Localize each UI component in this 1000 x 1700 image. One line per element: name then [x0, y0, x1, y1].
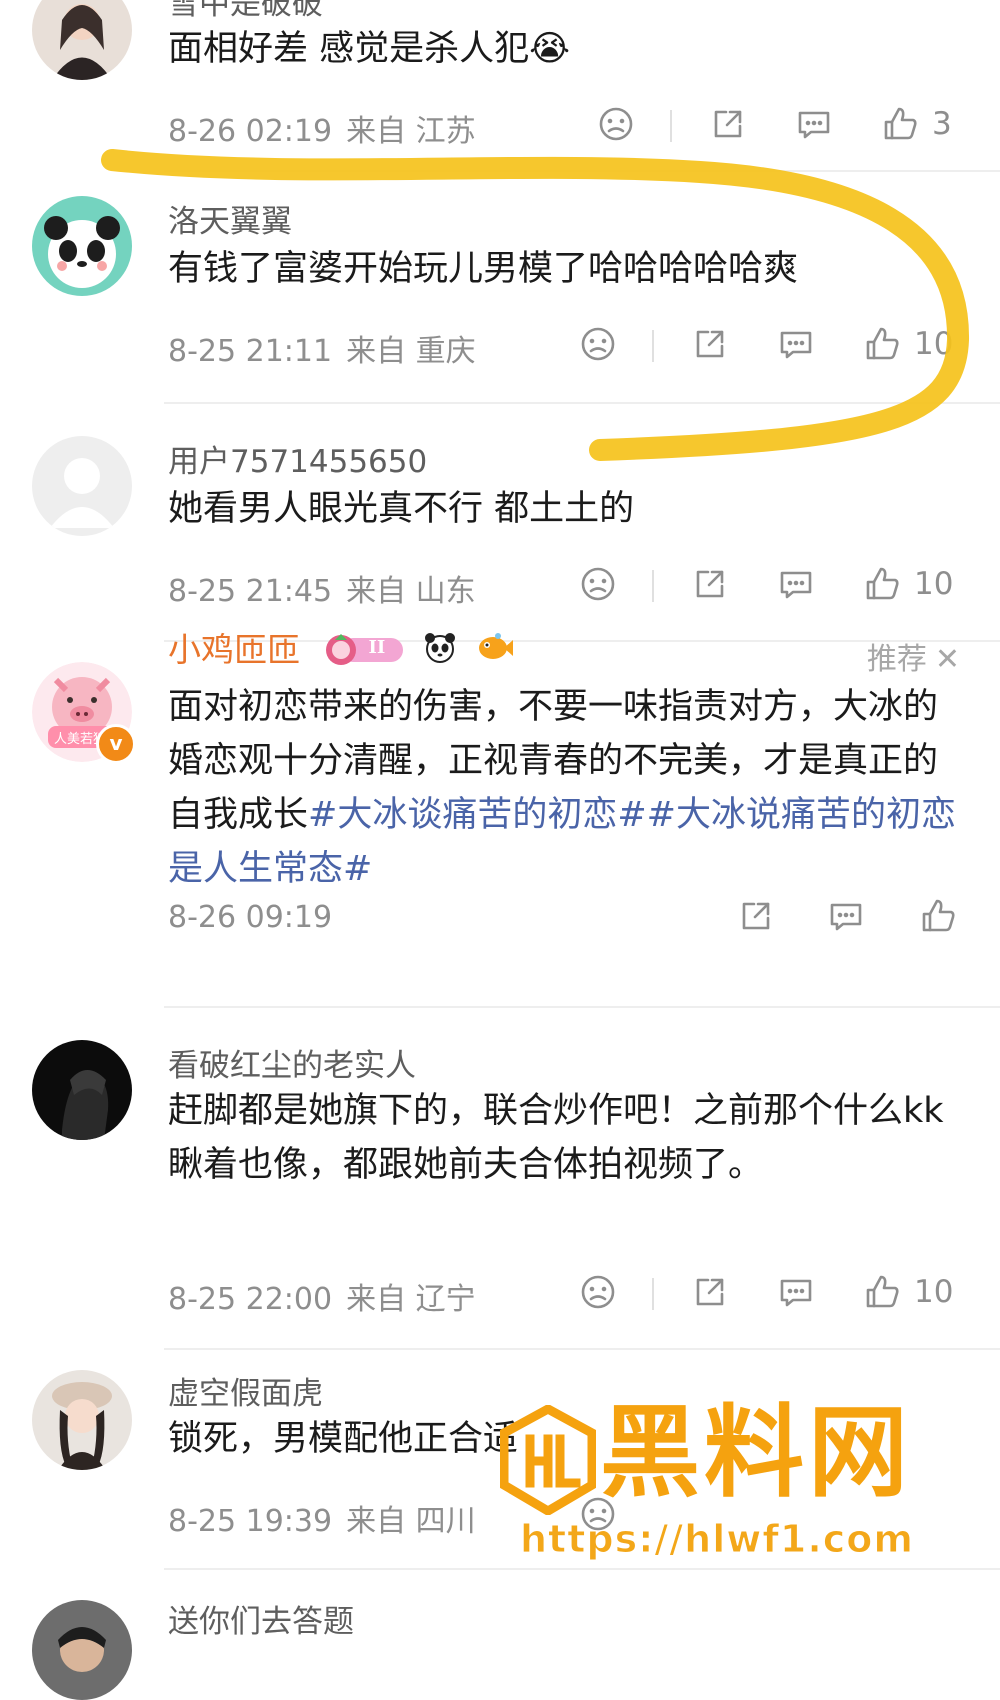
username[interactable]: 虚空假面虎 — [168, 1368, 323, 1413]
recommend-tag: 推荐 ✕ — [866, 642, 960, 677]
comment-icon[interactable] — [776, 1272, 820, 1316]
comment-meta: 8-26 02:19 来自 江苏 — [168, 114, 476, 149]
like-count: 10 — [914, 326, 954, 362]
share-icon[interactable] — [690, 1272, 734, 1316]
like-icon[interactable] — [862, 324, 906, 368]
avatar[interactable] — [32, 0, 132, 80]
action-separator — [652, 330, 654, 362]
like-count: 3 — [932, 106, 952, 142]
username[interactable]: 洛天翼翼 — [168, 196, 292, 241]
verified-badge-icon: v — [96, 724, 136, 764]
avatar[interactable]: 人美若猪 v — [32, 662, 136, 764]
like-icon[interactable] — [880, 104, 924, 148]
watermark-logo-icon — [500, 1405, 596, 1515]
like-icon[interactable] — [862, 1272, 906, 1316]
divider — [164, 170, 1000, 172]
action-separator — [670, 110, 672, 142]
action-separator — [652, 1278, 654, 1310]
divider — [164, 402, 1000, 404]
fan-level-badge: II — [321, 633, 405, 666]
share-icon[interactable] — [708, 104, 752, 148]
like-count: 10 — [914, 1274, 954, 1310]
comment-meta: 8-25 22:00 来自 辽宁 — [168, 1282, 476, 1317]
avatar[interactable] — [32, 196, 132, 296]
comment-meta: 8-25 21:45 来自 山东 — [168, 574, 476, 609]
fish-emoji-icon — [476, 630, 514, 669]
comment-icon[interactable] — [776, 324, 820, 368]
dislike-icon[interactable] — [578, 324, 622, 368]
avatar[interactable] — [32, 1040, 132, 1140]
crying-emoji-icon: 😭 — [529, 29, 571, 69]
comment-meta: 8-25 21:11 来自 重庆 — [168, 334, 476, 369]
username[interactable]: 看破红尘的老实人 — [168, 1040, 416, 1085]
like-icon[interactable] — [862, 564, 906, 608]
watermark-url: https://hlwf1.com — [520, 1517, 914, 1562]
highlight-scribble — [101, 149, 970, 461]
close-icon[interactable]: ✕ — [935, 642, 960, 677]
watermark-title: 黑料网 — [600, 1394, 912, 1511]
comment-icon[interactable] — [776, 564, 820, 608]
username[interactable]: 用户7571455650 — [168, 436, 427, 481]
comment-text: 面对初恋带来的伤害，不要一味指责对方，大冰的婚恋观十分清醒，正视青春的不完美，才… — [168, 687, 956, 889]
comment-meta: 8-26 09:19 — [168, 900, 333, 935]
comment-icon[interactable] — [826, 896, 870, 940]
share-icon[interactable] — [736, 896, 780, 940]
comment-text: 有钱了富婆开始玩儿男模了哈哈哈哈哈爽 — [168, 249, 799, 289]
username[interactable]: 小鸡匝匝 II — [168, 630, 514, 669]
share-icon[interactable] — [690, 564, 734, 608]
divider — [164, 1006, 1000, 1008]
comment-meta: 8-25 19:39 来自 四川 — [168, 1504, 476, 1539]
share-icon[interactable] — [690, 324, 734, 368]
dislike-icon[interactable] — [578, 1272, 622, 1316]
comment-text: 面相好差 感觉是杀人犯😭 — [168, 29, 571, 69]
username[interactable]: 送你们去答题 — [168, 1596, 354, 1641]
comment-text: 赶脚都是她旗下的，联合炒作吧！之前那个什么kk瞅着也像，都跟她前夫合体拍视频了。 — [168, 1091, 944, 1185]
dislike-icon[interactable] — [578, 564, 622, 608]
divider — [164, 1348, 1000, 1350]
fan-level-text: II — [368, 636, 386, 658]
like-count: 10 — [914, 566, 954, 602]
avatar[interactable] — [32, 1370, 132, 1470]
panda-emoji-icon — [423, 630, 457, 669]
username[interactable]: 雪中是破破 — [168, 0, 323, 23]
comment-text: 她看男人眼光真不行 都土土的 — [168, 489, 635, 529]
dislike-icon[interactable] — [596, 104, 640, 148]
action-separator — [652, 570, 654, 602]
hashtag-link[interactable]: #大冰谈痛苦的初恋# — [308, 795, 647, 835]
comment-icon[interactable] — [794, 104, 838, 148]
avatar[interactable] — [32, 436, 132, 536]
divider — [164, 1568, 1000, 1570]
like-icon[interactable] — [918, 896, 962, 940]
avatar[interactable] — [32, 1600, 132, 1700]
